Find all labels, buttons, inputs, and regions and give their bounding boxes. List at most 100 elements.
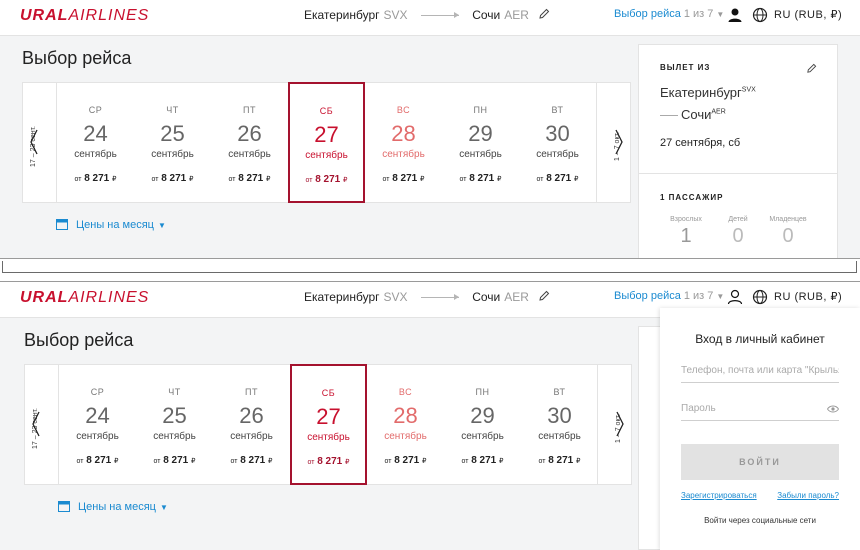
site-header: URALAIRLINES Екатеринбург SVX Сочи AER Выб… [0,0,860,36]
uralairlines-logo[interactable]: URALAIRLINES [20,289,149,307]
route-to-code: AER [504,290,529,304]
adults-counter[interactable]: Взрослых 1 [661,216,711,248]
route-arrow-icon [420,294,459,301]
day-number: 26 [239,403,264,428]
chevron-left-icon [32,411,40,437]
date-days: СР 24 сентябрь от 8 271 ₽ ЧТ 25 сентябрь от 8 … [59,364,599,485]
route-from-city: Екатеринбург [304,290,380,304]
day-of-week: СБ [319,106,334,116]
language-currency-selector[interactable]: RU (RUB, ₽) [774,8,842,21]
day-of-week: ВТ [551,105,564,115]
step-count: 1 из 7 [683,8,714,20]
children-counter[interactable]: Детей 0 [713,216,763,248]
route-summary[interactable]: Екатеринбург SVX Сочи AER [304,8,550,22]
day-number: 29 [470,403,495,428]
day-price: от 8 271 ₽ [382,173,425,184]
day-price: от 8 271 ₽ [307,456,350,467]
date-cell[interactable]: СР 24 сентябрь от 8 271 ₽ [59,365,136,484]
day-number: 25 [160,121,185,146]
calendar-icon [58,501,70,512]
month-prices-toggle[interactable]: Цены на месяц ▼ [56,218,166,231]
route-summary[interactable]: Екатеринбург SVX Сочи AER [304,290,550,304]
day-month: сентябрь [153,431,196,442]
date-cell-selected[interactable]: СБ 27 сентябрь от 8 271 ₽ [290,364,367,485]
date-cell[interactable]: ПН 29 сентябрь от 8 271 ₽ [444,365,521,484]
caret-down-icon: ▼ [159,503,168,512]
edit-route-icon[interactable] [538,8,550,20]
date-cell[interactable]: ВТ 30 сентябрь от 8 271 ₽ [519,83,596,202]
day-month: сентябрь [230,431,273,442]
day-of-week: ЧТ [168,387,181,397]
date-cell[interactable]: ПТ 26 сентябрь от 8 271 ₽ [211,83,288,202]
date-cell[interactable]: ВС 28 сентябрь от 8 271 ₽ [365,83,442,202]
day-of-week: ЧТ [166,105,179,115]
day-month: сентябрь [151,149,194,160]
day-month: сентябрь [76,431,119,442]
edit-summary-icon[interactable] [806,63,817,74]
infants-counter[interactable]: Младенцев 0 [763,216,813,248]
day-number: 28 [391,121,416,146]
day-number: 30 [547,403,572,428]
login-submit-button[interactable]: ВОЙТИ [681,444,839,480]
day-price: от 8 271 ₽ [536,173,579,184]
login-password-input[interactable]: Пароль [681,397,839,421]
booking-step-selector[interactable]: Выбор рейса 1 из 7 ▼ [614,290,724,302]
show-password-icon[interactable] [827,405,839,413]
next-week-button[interactable]: 1 – 7 окт. [597,365,631,484]
date-cell[interactable]: ЧТ 25 сентябрь от 8 271 ₽ [134,83,211,202]
summary-heading: ВЫЛЕТ ИЗ [660,63,711,72]
page-title: Выбор рейса [22,48,132,68]
date-cell[interactable]: СР 24 сентябрь от 8 271 ₽ [57,83,134,202]
screenshot-separator [0,258,860,282]
user-outline-icon[interactable] [727,289,743,305]
chevron-right-icon [616,411,624,437]
booking-step-selector[interactable]: Выбор рейса 1 из 7 ▼ [614,8,724,20]
route-from-city: Екатеринбург [304,8,380,22]
day-month: сентябрь [459,149,502,160]
register-link[interactable]: Зарегистрироваться [681,491,757,500]
globe-icon[interactable] [752,7,768,23]
day-price: от 8 271 ₽ [230,455,273,466]
chevron-right-icon [615,129,623,155]
day-of-week: ПТ [243,105,256,115]
day-number: 27 [316,404,341,429]
day-of-week: ПТ [245,387,258,397]
day-price: от 8 271 ₽ [228,173,271,184]
date-cell[interactable]: ПТ 26 сентябрь от 8 271 ₽ [213,365,290,484]
language-currency-selector[interactable]: RU (RUB, ₽) [774,290,842,303]
day-month: сентябрь [461,431,504,442]
route-from-code: SVX [383,290,408,304]
login-dropdown: Вход в личный кабинет Телефон, почта или… [660,308,860,550]
divider [639,173,837,174]
date-cell[interactable]: ЧТ 25 сентябрь от 8 271 ₽ [136,365,213,484]
date-strip: 17 – 23 сент. СР 24 сентябрь от 8 271 ₽ ЧТ 2… [22,82,631,203]
day-number: 25 [162,403,187,428]
day-price: от 8 271 ₽ [74,173,117,184]
date-cell[interactable]: ВС 28 сентябрь от 8 271 ₽ [367,365,444,484]
uralairlines-logo[interactable]: URALAIRLINES [20,7,149,25]
forgot-password-link[interactable]: Забыли пароль? [777,491,839,500]
date-cell[interactable]: ПН 29 сентябрь от 8 271 ₽ [442,83,519,202]
day-month: сентябрь [382,149,425,160]
day-month: сентябрь [538,431,581,442]
edit-route-icon[interactable] [538,290,550,302]
day-number: 29 [468,121,493,146]
login-links: Зарегистрироваться Забыли пароль? [681,491,839,500]
login-phone-input[interactable]: Телефон, почта или карта "Крылья" [681,359,839,383]
date-cell-selected[interactable]: СБ 27 сентябрь от 8 271 ₽ [288,82,365,203]
next-week-button[interactable]: 1 – 7 окт. [596,83,630,202]
date-cell[interactable]: ВТ 30 сентябрь от 8 271 ₽ [521,365,598,484]
month-prices-toggle[interactable]: Цены на месяц ▼ [58,500,168,513]
arrow-icon [660,115,678,117]
prev-week-button[interactable]: 17 – 23 сент. [23,83,57,202]
user-icon[interactable] [727,7,743,23]
separator-frame [2,261,857,273]
step-label: Выбор рейса [614,290,681,302]
globe-icon[interactable] [752,289,768,305]
day-of-week: ПН [473,105,488,115]
day-number: 24 [83,121,108,146]
flight-summary-panel: ВЫЛЕТ ИЗ ЕкатеринбургSVX СочиAER 27 сент… [638,44,838,258]
step-label: Выбор рейса [614,8,681,20]
prev-week-button[interactable]: 17 – 23 сент. [25,365,59,484]
day-of-week: ВС [396,105,411,115]
